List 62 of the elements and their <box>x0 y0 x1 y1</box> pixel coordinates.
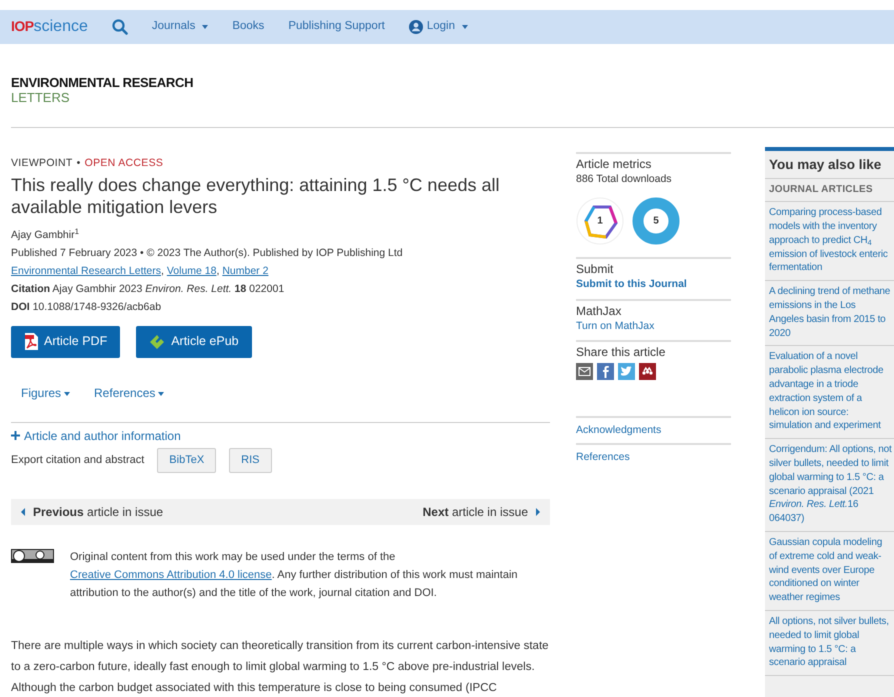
journal-logo[interactable]: ENVIRONMENTAL RESEARCH LETTERS <box>11 75 201 105</box>
article-type: VIEWPOINT <box>11 157 73 169</box>
user-icon <box>408 20 423 34</box>
doi: DOI 10.1088/1748-9326/acb6ab <box>11 300 162 315</box>
author-info-toggle[interactable]: Article and author information <box>11 426 181 445</box>
email-share-icon[interactable] <box>576 363 593 380</box>
license-text: Original content from this work may be used under the terms of the Creative Commons Attribution 4.0 license. Any further distribution of this work must maintain attribution to the author(s) and the title of the work, journal citation and DOI. <box>70 550 519 601</box>
source-link[interactable]: Number 2 <box>222 264 268 277</box>
article-paragraph: There are multiple ways in which society can theoretically transition from its current carbon-intensive state to a zero-carbon future, ideally fast enough to limit global warming to 1.5 °C above pre-industrial levels. Although the carbon budget associated with this temperature is close to being consumed (IPCC <box>11 638 550 696</box>
license-icon <box>11 548 54 563</box>
sidebar-link[interactable]: Submit to this Journal <box>576 276 731 292</box>
export-label: Export citation and abstract <box>11 453 144 468</box>
citation: Citation Ajay Gambhir 2023 Environ. Res. Lett. 18 022001 <box>11 282 286 297</box>
related-article-link[interactable]: A declining trend of methane emissions in the Los Angeles basin from 2015 to 2020 <box>765 281 894 346</box>
tab-dropdown[interactable]: References <box>94 384 164 402</box>
right-arrow-icon <box>536 508 540 516</box>
article-title: This really does change everything: attaining 1.5 °C needs all available mitigation levers <box>11 174 500 218</box>
epub-icon <box>149 334 166 350</box>
nav-link[interactable]: Journals <box>152 18 208 36</box>
tab-dropdown[interactable]: Figures <box>21 384 70 402</box>
publication-info: Published 7 February 2023 • © 2023 The Author(s). Published by IOP Publishing Ltd <box>11 246 404 261</box>
export-button[interactable]: RIS <box>229 448 272 473</box>
related-article-link[interactable]: Gaussian copula modeling of extreme cold and weak-wind events over Europe conditioned on winter weather regimes <box>765 532 894 611</box>
mendeley-share-icon[interactable] <box>639 363 656 380</box>
open-access-label: OPEN ACCESS <box>84 157 164 169</box>
facebook-share-icon[interactable] <box>597 363 614 380</box>
license-link[interactable]: Creative Commons Attribution 4.0 license <box>70 568 272 581</box>
author-name: Ajay Gambhir$^{1}$ <box>11 226 80 243</box>
panel-title: You may also like <box>765 151 894 180</box>
source-link[interactable]: Environmental Research Letters <box>11 264 161 277</box>
dimensions-badge[interactable]: 1 <box>576 196 624 245</box>
section-heading: MathJax <box>576 302 622 318</box>
site-logo[interactable]: IOPscience <box>11 15 88 39</box>
related-article-link[interactable]: Evaluation of a novel parabolic plasma electrode advantage in a triode extraction system of a helicon ion source: simulation and experiment <box>765 346 894 440</box>
related-article-link[interactable]: Comparing process-based models with the inventory approach to predict CH$_{4}$ emission of livestock enteric fermentation <box>765 202 894 282</box>
comma: , <box>216 264 220 277</box>
related-article-link[interactable]: All options, not silver bullets, needed to limit global warming to 1.5 °C: a scenario appraisal <box>765 610 894 676</box>
section-heading: Submit <box>576 260 614 277</box>
export-button[interactable]: BibTeX <box>157 448 216 473</box>
section-heading: Article metrics <box>576 156 652 172</box>
left-arrow-icon <box>21 508 25 516</box>
nav-link[interactable]: Login <box>408 18 468 36</box>
section-label: JOURNAL ARTICLES <box>765 179 894 202</box>
nav-link[interactable]: Books <box>232 18 264 36</box>
source-link[interactable]: Volume 18 <box>166 264 216 277</box>
altmetric-badge[interactable]: 5 <box>632 196 680 245</box>
bullet-separator: • <box>76 157 81 169</box>
nav-link[interactable]: Publishing Support <box>288 18 385 36</box>
epub-button[interactable]: Article ePub <box>136 326 252 358</box>
sidebar-link[interactable]: References <box>576 450 731 466</box>
pdf-icon <box>24 333 38 350</box>
section-heading: Share this article <box>576 344 666 360</box>
sidebar-link[interactable]: Turn on MathJax <box>576 318 731 334</box>
search-icon[interactable] <box>112 18 128 35</box>
next-article-link[interactable]: Next article in issue <box>422 502 540 521</box>
download-count: 886 Total downloads <box>576 172 673 187</box>
sidebar-link[interactable]: Acknowledgments <box>576 423 731 439</box>
pdf-button[interactable]: Article PDF <box>11 326 120 358</box>
plus-icon <box>11 431 20 440</box>
related-article-link[interactable]: Corrigendum: All options, not silver bullets, needed to limit global warming to 1.5 °C: a scenario appraisal (2021 Environ. Res. Lett.16 064037) <box>765 439 894 532</box>
comma: , <box>161 264 164 277</box>
previous-article-link[interactable]: Previous article in issue <box>21 502 164 521</box>
